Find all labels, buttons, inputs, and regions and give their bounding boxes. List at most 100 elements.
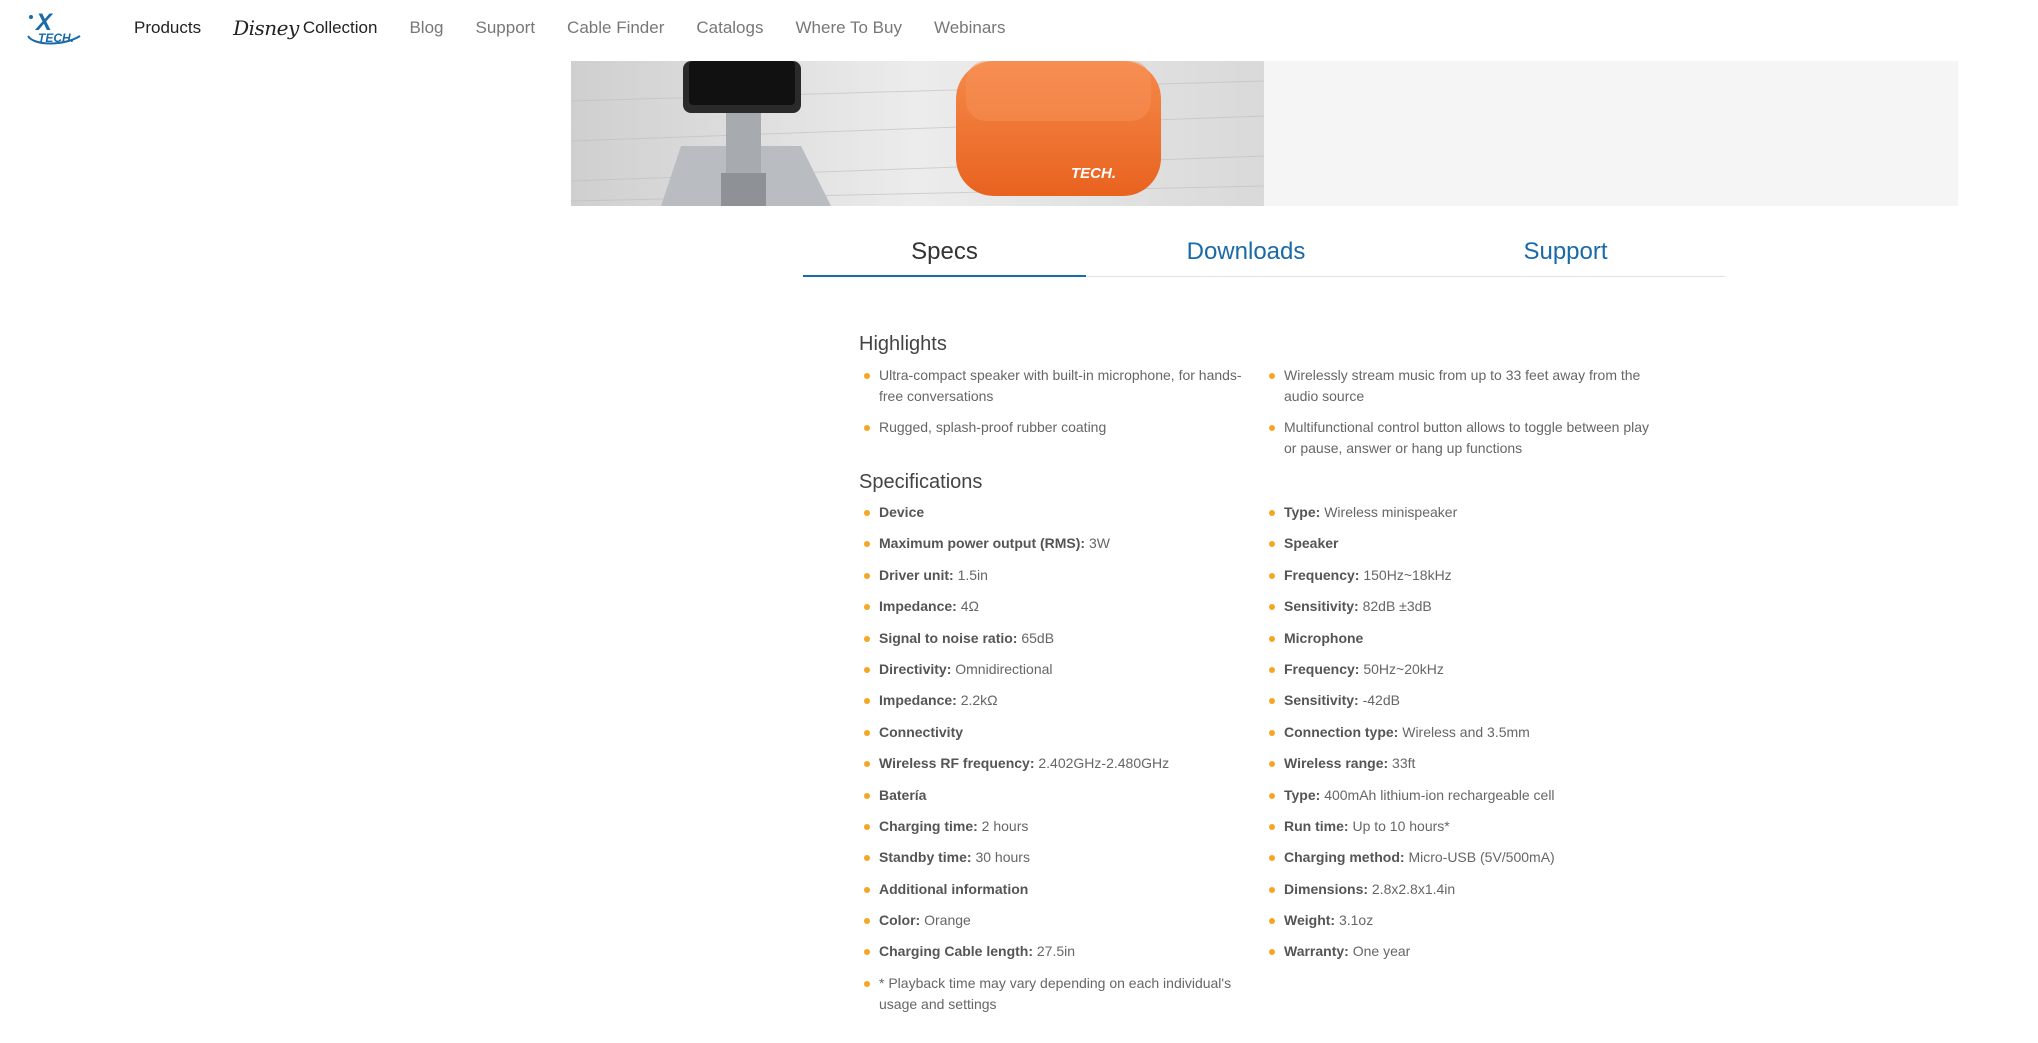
spec-label: Wireless RF frequency: (879, 755, 1035, 772)
spec-item: Maximum power output (RMS): 3W (859, 533, 1251, 564)
spec-label: Wireless range: (1284, 755, 1389, 772)
spec-list-left: Device Maximum power output (RMS): 3W Dri… (859, 502, 1251, 973)
spec-value: 30 hours (975, 849, 1030, 866)
spec-label: Sensitivity: (1284, 692, 1359, 709)
spec-item: Wireless RF frequency: 2.402GHz-2.480GHz (859, 753, 1251, 784)
spec-label: Frequency: (1284, 660, 1360, 677)
spec-list-right: Type: Wireless minispeaker Speaker Freque… (1264, 502, 1684, 973)
nav-support[interactable]: Support (476, 18, 536, 38)
spec-label: Connection type: (1284, 723, 1399, 740)
spec-item: Additional information (859, 879, 1251, 910)
spec-label: Impedance: (879, 598, 957, 615)
active-tab-indicator (803, 275, 1086, 277)
spec-value: 4Ω (960, 598, 979, 615)
product-logo: TECH. (1071, 165, 1116, 182)
spec-label: Maximum power output (RMS): (879, 535, 1086, 552)
spec-value: Wireless minispeaker (1324, 504, 1458, 520)
spec-label: Type: (1284, 786, 1321, 803)
spec-item: Run time: Up to 10 hours* (1264, 816, 1684, 847)
spec-label: Warranty: (1284, 943, 1349, 960)
spec-item: Sensitivity: 82dB ±3dB (1264, 596, 1684, 627)
spec-item: Frequency: 50Hz~20kHz (1264, 659, 1684, 690)
spec-label: Signal to noise ratio: (879, 629, 1018, 646)
product-tabs: Specs Downloads Support (803, 232, 1725, 277)
spec-value: Wireless and 3.5mm (1402, 723, 1530, 740)
spec-label: Frequency: (1284, 566, 1360, 583)
nav-blog[interactable]: Blog (409, 18, 443, 38)
spec-item: Type: 400mAh lithium-ion rechargeable ce… (1264, 785, 1684, 816)
spec-value: Orange (924, 912, 971, 929)
tab-support[interactable]: Support (1406, 238, 1725, 266)
spec-item: Charging method: Micro-USB (5V/500mA) (1264, 847, 1684, 878)
spec-item: Standby time: 30 hours (859, 847, 1251, 878)
xtech-logo[interactable]: X TECH. (24, 6, 86, 46)
spec-value: Up to 10 hours* (1352, 817, 1450, 834)
spec-label: Additional information (879, 880, 1029, 897)
main-nav: Products Disney Collection Blog Support … (134, 16, 1037, 40)
spec-value: 65dB (1021, 629, 1055, 646)
spec-label: Batería (879, 786, 927, 803)
spec-label: Device (879, 504, 925, 520)
spec-label: Dimensions: (1284, 880, 1369, 897)
spec-value: Omnidirectional (955, 660, 1053, 677)
highlights-list-left: Ultra-compact speaker with built-in micr… (859, 365, 1251, 448)
spec-label: Speaker (1284, 535, 1339, 552)
nav-products[interactable]: Products (134, 18, 201, 38)
spec-value: 27.5in (1036, 943, 1076, 960)
spec-label: Charging method: (1284, 849, 1405, 866)
spec-value: 3W (1089, 535, 1110, 552)
spec-value: Micro-USB (5V/500mA) (1408, 849, 1555, 866)
logo-tech: TECH. (38, 31, 74, 45)
spec-label: Connectivity (879, 723, 964, 740)
nav-where-to-buy[interactable]: Where To Buy (795, 18, 901, 38)
spec-item: Impedance: 2.2kΩ (859, 690, 1251, 721)
spec-label: Type: (1284, 504, 1321, 520)
spec-label: Charging Cable length: (879, 943, 1033, 960)
disney-logo: Disney (233, 16, 299, 40)
spec-item: Color: Orange (859, 910, 1251, 941)
nav-webinars[interactable]: Webinars (934, 18, 1006, 38)
nav-disney-collection[interactable]: Disney Collection (233, 16, 377, 40)
spec-item: Driver unit: 1.5in (859, 565, 1251, 596)
spec-value: 50Hz~20kHz (1363, 660, 1444, 677)
spec-label: Impedance: (879, 692, 957, 709)
highlight-item: Multifunctional control button allows to… (1264, 417, 1664, 459)
spec-value: 150Hz~18kHz (1363, 566, 1452, 583)
highlight-item: Rugged, splash-proof rubber coating (859, 417, 1251, 438)
product-photo: TECH. (571, 61, 1264, 206)
spec-label: Charging time: (879, 817, 978, 834)
product-photo-art: TECH. (571, 61, 1264, 206)
spec-value: 82dB ±3dB (1362, 598, 1432, 615)
spec-label: Standby time: (879, 849, 972, 866)
spec-label: Directivity: (879, 660, 952, 677)
spec-item: Warranty: One year (1264, 941, 1684, 972)
spec-value: 400mAh lithium-ion rechargeable cell (1324, 786, 1555, 803)
spec-item: Charging Cable length: 27.5in (859, 941, 1251, 972)
spec-item: Type: Wireless minispeaker (1264, 502, 1684, 533)
spec-item: Device (859, 502, 1251, 533)
spec-value: 3.1oz (1338, 912, 1374, 929)
tab-specs[interactable]: Specs (803, 238, 1086, 266)
spec-item: Wireless range: 33ft (1264, 753, 1684, 784)
spec-value: 33ft (1392, 755, 1416, 772)
nav-cable-finder[interactable]: Cable Finder (567, 18, 664, 38)
spec-value: One year (1352, 943, 1411, 960)
spec-footnote: * Playback time may vary depending on ea… (859, 973, 1251, 1015)
highlights-title: Highlights (859, 333, 947, 355)
highlight-item: Ultra-compact speaker with built-in micr… (859, 365, 1251, 407)
site-header: X TECH. Products Disney Collection Blog … (0, 0, 2038, 56)
nav-catalogs[interactable]: Catalogs (696, 18, 763, 38)
spec-item: Dimensions: 2.8x2.8x1.4in (1264, 879, 1684, 910)
highlights-list-right: Wirelessly stream music from up to 33 fe… (1264, 365, 1664, 469)
spec-item: Signal to noise ratio: 65dB (859, 628, 1251, 659)
spec-label: Driver unit: (879, 566, 954, 583)
product-hero: TECH. (571, 61, 1958, 206)
spec-item: Directivity: Omnidirectional (859, 659, 1251, 690)
spec-label: Run time: (1284, 817, 1349, 834)
spec-item: Weight: 3.1oz (1264, 910, 1684, 941)
spec-item: Microphone (1264, 628, 1684, 659)
spec-item: Impedance: 4Ω (859, 596, 1251, 627)
spec-item: Connection type: Wireless and 3.5mm (1264, 722, 1684, 753)
spec-item: Speaker (1264, 533, 1684, 564)
tab-downloads[interactable]: Downloads (1086, 238, 1406, 266)
